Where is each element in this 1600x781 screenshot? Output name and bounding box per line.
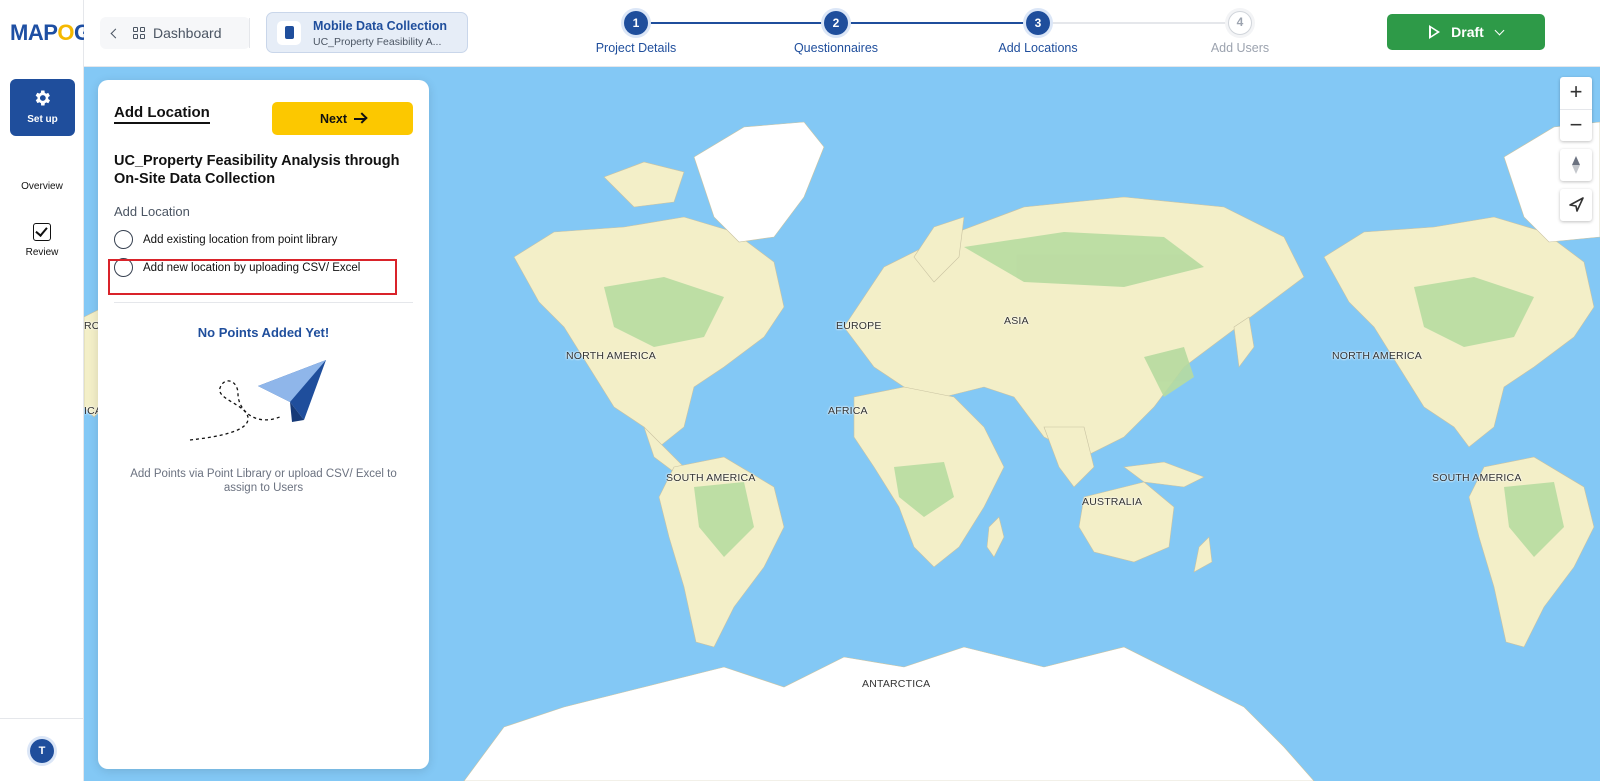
indonesia-landmass (1123, 461, 1205, 488)
antarctica-landmass (463, 646, 1315, 781)
new-zealand-landmass (1193, 536, 1213, 573)
draft-button[interactable]: Draft (1387, 14, 1545, 50)
label-europe: EUROPE (836, 320, 882, 332)
navigation-arrow-icon (1569, 197, 1584, 212)
panel-divider (114, 302, 413, 303)
step-connector-2 (836, 22, 1038, 24)
locate-button[interactable] (1560, 189, 1592, 221)
panel-title: Add Location (114, 104, 210, 124)
label-antarctica: ANTARCTICA (862, 678, 931, 690)
step-2-label[interactable]: Questionnaires (794, 41, 878, 55)
rail-review-item[interactable]: Review (0, 247, 84, 258)
australia-landmass (1078, 481, 1175, 563)
draft-label: Draft (1451, 24, 1484, 40)
mapog-logo[interactable]: MAPOG (10, 20, 91, 46)
empty-state-title: No Points Added Yet! (197, 325, 330, 340)
label-asia: ASIA (1004, 315, 1029, 327)
play-icon (1429, 25, 1441, 39)
label-australia: AUSTRALIA (1082, 496, 1143, 508)
top-bar: Dashboard Mobile Data Collection UC_Prop… (84, 0, 1600, 67)
rail-divider (0, 718, 84, 719)
madagascar-landmass (986, 516, 1005, 558)
user-avatar[interactable]: T (30, 739, 54, 763)
project-title: UC_Property Feasibility Analysis through… (114, 153, 400, 187)
stepper: 1 Project Details 2 Questionnaires 3 Add… (84, 0, 1600, 67)
empty-state-description: Add Points via Point Library or upload C… (130, 468, 397, 494)
label-south-america: SOUTH AMERICA (666, 472, 756, 484)
chevron-down-icon (1494, 25, 1505, 35)
logo-text-left: MAP (10, 20, 58, 45)
label-africa: AFRICA (828, 405, 868, 417)
step-1-circle[interactable]: 1 (624, 11, 648, 35)
step-3-circle[interactable]: 3 (1026, 11, 1050, 35)
next-label: Next (319, 111, 348, 126)
label-north-america-repeat: NORTH AMERICA (1332, 350, 1422, 362)
step-4-label[interactable]: Add Users (1211, 41, 1269, 55)
rail-overview-item[interactable]: Overview (0, 181, 84, 192)
gear-icon (35, 90, 50, 106)
greenland-landmass (693, 121, 825, 243)
step-4-circle[interactable]: 4 (1228, 11, 1252, 35)
step-2-circle[interactable]: 2 (824, 11, 848, 35)
radio-point-library[interactable] (114, 230, 133, 249)
step-connector-3 (1038, 22, 1240, 24)
add-location-label: Add Location (114, 204, 190, 219)
zoom-in-button[interactable]: + (1560, 77, 1592, 109)
next-button[interactable]: Next (272, 102, 413, 135)
rail-setup-button[interactable]: Set up (10, 79, 75, 136)
left-rail: MAPOG Set up Overview Review T (0, 0, 91, 781)
rail-setup-label: Set up (27, 114, 58, 125)
zoom-out-button[interactable]: − (1560, 109, 1592, 141)
label-north-america: NORTH AMERICA (566, 350, 656, 362)
india-landmass (1043, 426, 1095, 488)
arrow-right-icon (354, 117, 366, 120)
step-1-label[interactable]: Project Details (596, 41, 677, 55)
option-point-library-label: Add existing location from point library (143, 233, 338, 246)
highlight-box (108, 259, 397, 295)
zoom-control: + − (1560, 77, 1592, 141)
paper-plane-icon (189, 360, 326, 441)
logo-o-pin: O (57, 20, 75, 45)
add-location-panel: Add Location Next UC_Property Feasibilit… (98, 80, 429, 769)
compass-icon (1572, 156, 1580, 174)
checkbox-icon (33, 223, 51, 241)
compass-button[interactable] (1560, 149, 1592, 181)
step-3-label[interactable]: Add Locations (998, 41, 1077, 55)
step-connector-1 (636, 22, 836, 24)
label-south-america-repeat: SOUTH AMERICA (1432, 472, 1522, 484)
arctic-islands (603, 161, 685, 208)
option-point-library[interactable]: Add existing location from point library (114, 230, 337, 249)
